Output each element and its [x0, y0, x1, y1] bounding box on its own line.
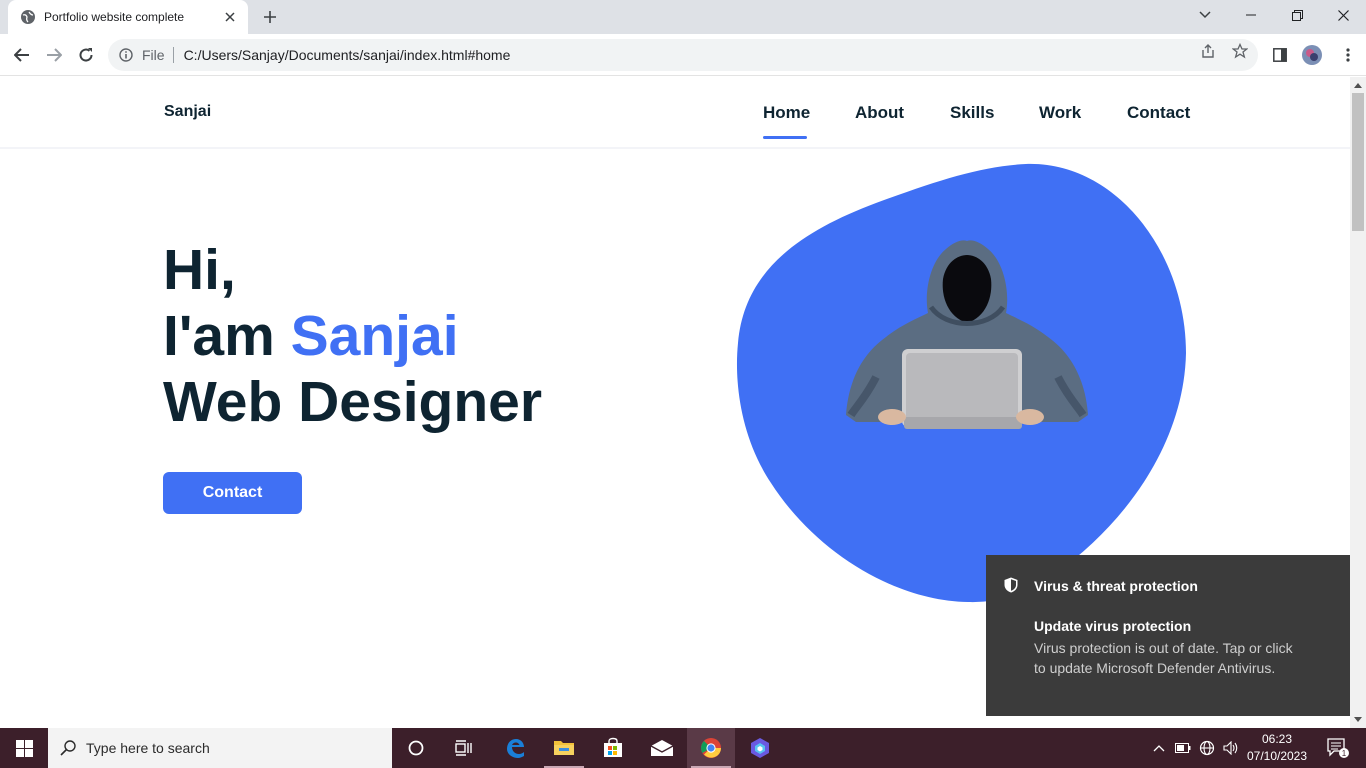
scheme-label: File: [142, 47, 174, 63]
globe-icon: [20, 9, 36, 25]
network-globe-icon[interactable]: [1198, 728, 1216, 768]
show-hidden-icons[interactable]: [1150, 728, 1168, 768]
taskbar-search[interactable]: Type here to search: [48, 728, 392, 768]
new-tab-button[interactable]: [258, 6, 282, 28]
hero-line-2-prefix: I'am: [163, 304, 291, 368]
nav-skills[interactable]: Skills: [950, 103, 994, 123]
close-tab-icon[interactable]: [222, 9, 238, 25]
edge-icon[interactable]: [491, 728, 539, 768]
clock-time: 06:23: [1261, 732, 1293, 746]
info-icon[interactable]: [118, 47, 134, 63]
notification-count: 1: [1342, 749, 1347, 758]
store-icon[interactable]: [589, 728, 637, 768]
hacker-illustration: [846, 240, 1088, 429]
notification-title: Update virus protection: [1034, 618, 1192, 634]
site-header: Sanjai Home About Skills Work Contact: [0, 77, 1350, 149]
browser-tab[interactable]: Portfolio website complete: [8, 0, 248, 34]
mail-icon[interactable]: [638, 728, 686, 768]
scroll-up-icon[interactable]: [1354, 81, 1362, 89]
hero-heading: Hi, I'am Sanjai Web Designer: [163, 237, 542, 435]
clock-date: 07/10/2023: [1246, 749, 1308, 763]
notification-app-name: Virus & threat protection: [1034, 578, 1198, 594]
hero-line-3: Web Designer: [163, 370, 543, 434]
battery-icon[interactable]: [1174, 728, 1192, 768]
action-center-icon[interactable]: 1: [1320, 728, 1356, 768]
side-panel-icon[interactable]: [1266, 41, 1294, 69]
nav-contact[interactable]: Contact: [1127, 103, 1190, 123]
notification-body: Virus protection is out of date. Tap or …: [1034, 640, 1293, 676]
bookmark-star-icon[interactable]: [1231, 42, 1249, 60]
minimize-button[interactable]: [1228, 0, 1274, 30]
tab-search-icon[interactable]: [1182, 0, 1228, 30]
restore-button[interactable]: [1274, 0, 1320, 30]
nav-about[interactable]: About: [855, 103, 904, 123]
start-button[interactable]: [0, 728, 48, 768]
page-scrollbar[interactable]: [1350, 77, 1366, 728]
contact-button[interactable]: Contact: [163, 472, 302, 514]
cortana-icon[interactable]: [392, 728, 440, 768]
taskbar-clock[interactable]: 06:23 07/10/2023: [1240, 731, 1314, 765]
volume-icon[interactable]: [1222, 728, 1240, 768]
browser-toolbar: File C:/Users/Sanjay/Documents/sanjai/in…: [0, 34, 1366, 76]
nav-work[interactable]: Work: [1039, 103, 1081, 123]
back-button[interactable]: [8, 41, 36, 69]
menu-icon[interactable]: [1334, 41, 1362, 69]
hero-name: Sanjai: [290, 304, 459, 368]
nav-home[interactable]: Home: [763, 103, 810, 123]
url-text[interactable]: C:/Users/Sanjay/Documents/sanjai/index.h…: [184, 47, 511, 63]
share-icon[interactable]: [1199, 42, 1217, 60]
copilot-icon[interactable]: [736, 728, 784, 768]
hero-line-1: Hi,: [163, 238, 236, 302]
address-bar[interactable]: File C:/Users/Sanjay/Documents/sanjai/in…: [108, 39, 1258, 71]
site-logo[interactable]: Sanjai: [164, 103, 211, 121]
search-placeholder: Type here to search: [86, 740, 210, 756]
file-explorer-icon[interactable]: [540, 728, 588, 768]
nav-active-indicator: [763, 136, 807, 139]
tab-strip: Portfolio website complete: [0, 0, 1366, 34]
tab-title: Portfolio website complete: [44, 10, 185, 24]
scroll-down-icon[interactable]: [1354, 715, 1362, 723]
scroll-thumb[interactable]: [1352, 93, 1364, 231]
hero-line-2: I'am Sanjai: [163, 303, 542, 369]
close-window-button[interactable]: [1320, 0, 1366, 30]
reload-button[interactable]: [72, 41, 100, 69]
profile-avatar[interactable]: [1298, 41, 1326, 69]
shield-icon: [1004, 577, 1018, 593]
search-icon: [60, 740, 76, 756]
defender-notification[interactable]: Virus & threat protection Update virus p…: [986, 555, 1350, 716]
windows-logo-icon: [15, 739, 33, 757]
forward-button[interactable]: [40, 41, 68, 69]
windows-taskbar: Type here to search 06:23 07/10/2023 1: [0, 728, 1366, 768]
task-view-icon[interactable]: [440, 728, 488, 768]
chrome-icon[interactable]: [687, 728, 735, 768]
